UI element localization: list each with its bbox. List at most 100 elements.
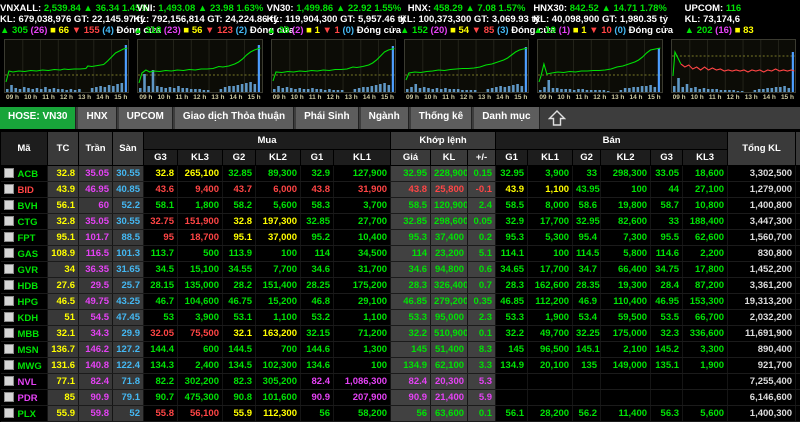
cell-change[interactable]: 0.6 bbox=[468, 262, 496, 278]
cell-mua-kl2[interactable]: 7,700 bbox=[256, 262, 301, 278]
cell-gia[interactable]: 114 bbox=[391, 246, 431, 262]
cell-mua-kl3[interactable]: 500 bbox=[178, 246, 223, 262]
cell-ban-g3[interactable] bbox=[651, 390, 683, 406]
cell-change[interactable]: 5.9 bbox=[468, 390, 496, 406]
cell-san[interactable]: 30.55 bbox=[113, 166, 144, 182]
cell-kl[interactable]: 51,400 bbox=[431, 342, 468, 358]
cell-ban-g2[interactable]: 53.4 bbox=[573, 310, 601, 326]
cell-ban-kl1[interactable]: 17,700 bbox=[528, 214, 573, 230]
ticker-cell[interactable]: PDR bbox=[1, 390, 48, 406]
cell-ban-kl2[interactable]: 2,100 bbox=[601, 342, 651, 358]
ticker-checkbox[interactable] bbox=[4, 392, 14, 402]
cell-mua-g2[interactable]: 32.1 bbox=[223, 326, 256, 342]
cell-ban-g3[interactable]: 33.05 bbox=[651, 166, 683, 182]
cell-mua-g2[interactable]: 134.5 bbox=[223, 358, 256, 374]
cell-kl[interactable]: 62,100 bbox=[431, 358, 468, 374]
ticker-cell[interactable]: BID bbox=[1, 182, 48, 198]
cell-ban-g3[interactable]: 114.6 bbox=[651, 246, 683, 262]
cell-tran[interactable]: 36.35 bbox=[79, 262, 113, 278]
index-panel-vn30[interactable]: VN30: 1,499.86 ▲ 22.92 1.55%KL: 119,904,… bbox=[267, 0, 400, 106]
index-panel-hnx[interactable]: HNX: 458.29 ▲ 7.08 1.57%KL: 100,373,300 … bbox=[400, 0, 533, 106]
cell-kl[interactable]: 25,800 bbox=[431, 182, 468, 198]
cell-mua-g3[interactable]: 46.7 bbox=[144, 294, 178, 310]
cell-mua-kl2[interactable]: 15,200 bbox=[256, 294, 301, 310]
cell-tran[interactable]: 146.2 bbox=[79, 342, 113, 358]
cell-mua-kl3[interactable]: 475,300 bbox=[178, 390, 223, 406]
cell-mua-kl3[interactable]: 302,200 bbox=[178, 374, 223, 390]
cell-mua-g1[interactable]: 34.6 bbox=[301, 262, 334, 278]
cell-tc[interactable]: 51 bbox=[48, 310, 79, 326]
cell-san[interactable]: 31.65 bbox=[113, 262, 144, 278]
cell-ban-kl1[interactable]: 5,300 bbox=[528, 230, 573, 246]
cell-mua-g2[interactable]: 58.2 bbox=[223, 198, 256, 214]
cell-kl[interactable]: 298,600 bbox=[431, 214, 468, 230]
cell-tran[interactable]: 46.95 bbox=[79, 182, 113, 198]
cell-ban-kl1[interactable]: 28,200 bbox=[528, 406, 573, 422]
cell-ban-kl3[interactable]: 62,600 bbox=[683, 230, 728, 246]
cell-gia[interactable]: 58.5 bbox=[391, 198, 431, 214]
cell-mua-kl2[interactable]: 6,000 bbox=[256, 182, 301, 198]
cell-ban-g3[interactable]: 28.4 bbox=[651, 278, 683, 294]
cell-tran[interactable]: 49.75 bbox=[79, 294, 113, 310]
cell-gia[interactable]: 32.85 bbox=[391, 214, 431, 230]
cell-gia[interactable]: 134.9 bbox=[391, 358, 431, 374]
cell-gia[interactable]: 56 bbox=[391, 406, 431, 422]
cell-mua-kl2[interactable]: 89,300 bbox=[256, 166, 301, 182]
cell-san[interactable]: 122.4 bbox=[113, 358, 144, 374]
cell-mua-g3[interactable]: 134.3 bbox=[144, 358, 178, 374]
cell-change[interactable]: 5.3 bbox=[468, 374, 496, 390]
cell-ban-kl2[interactable]: 7,300 bbox=[601, 230, 651, 246]
cell-ban-g1[interactable]: 95.3 bbox=[496, 230, 528, 246]
ticker-cell[interactable]: MBB bbox=[1, 326, 48, 342]
ticker-checkbox[interactable] bbox=[4, 312, 14, 322]
cell-tc[interactable]: 108.9 bbox=[48, 246, 79, 262]
cell-mua-g1[interactable]: 114 bbox=[301, 246, 334, 262]
cell-tran[interactable]: 54.5 bbox=[79, 310, 113, 326]
cell-ban-g2[interactable]: 46.9 bbox=[573, 294, 601, 310]
cell-ban-g1[interactable]: 53.3 bbox=[496, 310, 528, 326]
tab-giao-d-ch-th-a-thu-n[interactable]: Giao dịch Thỏa thuận bbox=[175, 107, 294, 129]
cell-ban-kl1[interactable]: 17,700 bbox=[528, 262, 573, 278]
cell-ban-kl1[interactable]: 96,500 bbox=[528, 342, 573, 358]
cell-kl[interactable]: 20,300 bbox=[431, 374, 468, 390]
ticker-cell[interactable]: MSN bbox=[1, 342, 48, 358]
cell-gia[interactable]: 28.3 bbox=[391, 278, 431, 294]
cell-mua-g3[interactable]: 90.7 bbox=[144, 390, 178, 406]
cell-tong-kl[interactable]: 830,800 bbox=[728, 246, 796, 262]
cell-mua-kl2[interactable]: 1,100 bbox=[256, 310, 301, 326]
cell-ban-kl2[interactable]: 5,800 bbox=[601, 246, 651, 262]
cell-kl[interactable]: 21,400 bbox=[431, 390, 468, 406]
cell-mua-g3[interactable]: 53 bbox=[144, 310, 178, 326]
cell-mua-kl1[interactable]: 29,100 bbox=[334, 294, 391, 310]
cell-mua-kl3[interactable]: 135,000 bbox=[178, 278, 223, 294]
cell-ban-kl1[interactable]: 20,100 bbox=[528, 358, 573, 374]
cell-ban-kl3[interactable]: 5,600 bbox=[683, 406, 728, 422]
cell-ban-kl2[interactable]: 82,600 bbox=[601, 214, 651, 230]
cell-mua-g2[interactable]: 53.1 bbox=[223, 310, 256, 326]
cell-san[interactable]: 88.5 bbox=[113, 230, 144, 246]
ticker-checkbox[interactable] bbox=[4, 248, 14, 258]
ticker-checkbox[interactable] bbox=[4, 264, 14, 274]
cell-ban-g1[interactable] bbox=[496, 374, 528, 390]
cell-ban-g2[interactable]: 145.1 bbox=[573, 342, 601, 358]
cell-tc[interactable]: 85 bbox=[48, 390, 79, 406]
cell-mua-g1[interactable]: 56 bbox=[301, 406, 334, 422]
cell-mua-kl3[interactable]: 3,900 bbox=[178, 310, 223, 326]
cell-ban-kl2[interactable]: 19,300 bbox=[601, 278, 651, 294]
cell-tong-kl[interactable]: 11,691,900 bbox=[728, 326, 796, 342]
cell-mua-kl3[interactable]: 1,800 bbox=[178, 198, 223, 214]
cell-kl[interactable]: 279,200 bbox=[431, 294, 468, 310]
cell-mua-kl3[interactable]: 600 bbox=[178, 342, 223, 358]
cell-tc[interactable]: 136.7 bbox=[48, 342, 79, 358]
cell-mua-g1[interactable]: 58.3 bbox=[301, 198, 334, 214]
cell-tong-kl[interactable]: 3,447,300 bbox=[728, 214, 796, 230]
cell-mua-kl1[interactable]: 127,900 bbox=[334, 166, 391, 182]
cell-ban-g2[interactable]: 43.95 bbox=[573, 182, 601, 198]
cell-tran[interactable]: 82.4 bbox=[79, 374, 113, 390]
cell-ban-kl3[interactable]: 188,400 bbox=[683, 214, 728, 230]
cell-ban-kl3[interactable]: 2,200 bbox=[683, 246, 728, 262]
cell-mua-kl2[interactable]: 700 bbox=[256, 342, 301, 358]
ticker-cell[interactable]: GVR bbox=[1, 262, 48, 278]
cell-ban-kl1[interactable]: 162,600 bbox=[528, 278, 573, 294]
cell-mua-g1[interactable]: 144.6 bbox=[301, 342, 334, 358]
